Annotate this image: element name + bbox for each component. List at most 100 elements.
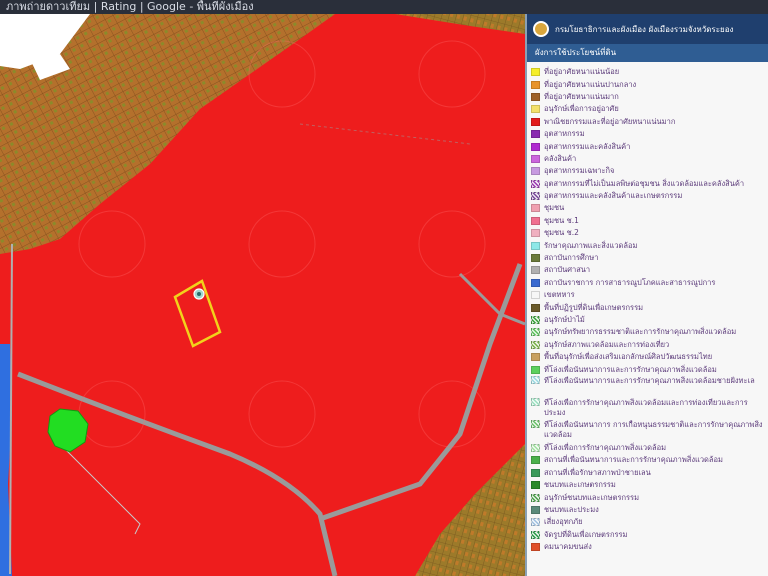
legend-item: สถานที่เพื่อนันทนาการและการรักษาคุณภาพสิ…: [531, 454, 768, 466]
legend-swatch: [531, 328, 540, 337]
legend-swatch: [531, 419, 540, 428]
legend-item-label: อนุรักษ์ป่าไม้: [544, 315, 585, 324]
legend-item: ที่อยู่อาศัยหนาแน่นปานกลาง: [531, 78, 768, 90]
map-canvas[interactable]: [0, 14, 525, 576]
legend-item-label: อนุรักษ์ชนบทและเกษตรกรรม: [544, 492, 640, 502]
legend-item: คมนาคมขนส่ง: [531, 541, 768, 553]
legend-swatch: [531, 518, 540, 527]
legend-item: เสี่ยงอุทกภัย: [531, 516, 768, 528]
legend-header: กรมโยธาธิการและผังเมือง ผังเมืองรวมจังหว…: [527, 14, 768, 44]
legend-item: อนุรักษ์ชนบทและเกษตรกรรม: [531, 491, 768, 503]
legend-item-label: รักษาคุณภาพและสิ่งแวดล้อม: [544, 240, 638, 250]
legend-item-label: ชนบทและประมง: [544, 504, 599, 514]
legend-swatch: [531, 179, 540, 188]
legend-item: สถาบันราชการ การสาธารณูปโภคและสาธารณูปกา…: [531, 277, 768, 289]
legend-swatch: [531, 365, 540, 374]
legend-item: ชนบทและประมง: [531, 504, 768, 516]
legend-item: อุตสาหกรรมและคลังสินค้าและเกษตรกรรม: [531, 190, 768, 202]
legend-item-label: ที่อยู่อาศัยหนาแน่นน้อย: [544, 67, 620, 77]
toolbar-text: ภาพถ่ายดาวเทียม | Rating | Google - พื้น…: [6, 0, 254, 13]
legend-item-label: จัดรูปที่ดินเพื่อเกษตรกรรม: [544, 529, 628, 539]
legend-swatch: [531, 481, 540, 490]
legend-panel: กรมโยธาธิการและผังเมือง ผังเมืองรวมจังหว…: [525, 14, 768, 576]
legend-swatch: [531, 291, 540, 300]
legend-item-label: ที่อยู่อาศัยหนาแน่นมาก: [544, 91, 619, 101]
legend-item: สถาบันศาสนา: [531, 264, 768, 276]
legend-item: พื้นที่อนุรักษ์เพื่อส่งเสริมเอกลักษณ์ศิล…: [531, 351, 768, 363]
legend-swatch: [531, 316, 540, 324]
legend-item: ชุมชน: [531, 202, 768, 214]
legend-swatch: [531, 92, 540, 101]
legend-item-label: พื้นที่อนุรักษ์เพื่อส่งเสริมเอกลักษณ์ศิล…: [544, 352, 713, 362]
legend-swatch: [531, 468, 540, 477]
legend-swatch: [531, 505, 540, 514]
legend-item: ที่โล่งเพื่อการรักษาคุณภาพสิ่งแวดล้อม: [531, 442, 768, 454]
legend-item: ที่อยู่อาศัยหนาแน่นน้อย: [531, 66, 768, 78]
legend-item: อนุรักษ์เพื่อการอยู่อาศัย: [531, 103, 768, 115]
legend-swatch: [531, 80, 540, 89]
legend-item-label: อุตสาหกรรม: [544, 129, 585, 139]
legend-item-label: สถาบันการศึกษา: [544, 253, 599, 263]
legend-item: อุตสาหกรรมและคลังสินค้า: [531, 140, 768, 152]
legend-item-label: พาณิชยกรรมและที่อยู่อาศัยหนาแน่นมาก: [544, 116, 676, 126]
top-toolbar: ภาพถ่ายดาวเทียม | Rating | Google - พื้น…: [0, 0, 768, 14]
legend-item: ชนบทและเกษตรกรรม: [531, 479, 768, 491]
legend-swatch: [531, 68, 540, 77]
legend-item-label: ชุมชน: [544, 203, 565, 213]
location-marker-icon[interactable]: [193, 288, 205, 300]
legend-item: อนุรักษ์ป่าไม้: [531, 314, 768, 326]
legend-item: ที่โล่งเพื่อนันทนาการและการรักษาคุณภาพสิ…: [531, 363, 768, 375]
legend-list: ที่อยู่อาศัยหนาแน่นน้อยที่อยู่อาศัยหนาแน…: [527, 62, 768, 553]
legend-swatch: [531, 241, 540, 250]
legend-swatch: [531, 353, 540, 362]
legend-item-label: ที่โล่งเพื่อนันทนาการ การเกื้อหนุนธรรมชา…: [544, 419, 763, 439]
legend-swatch: [531, 443, 540, 452]
legend-swatch: [531, 340, 540, 349]
legend-item: อุตสาหกรรมที่ไม่เป็นมลพิษต่อชุมชน สิ่งแว…: [531, 178, 768, 190]
legend-item-label: สถานที่เพื่อรักษาสภาพป่าชายเลน: [544, 467, 651, 477]
legend-item: สถานที่เพื่อรักษาสภาพป่าชายเลน: [531, 467, 768, 479]
legend-swatch: [531, 375, 540, 384]
legend-swatch: [531, 254, 540, 263]
legend-item: ที่โล่งเพื่อนันทนาการและการรักษาคุณภาพสิ…: [531, 375, 768, 398]
legend-item-label: ชนบทและเกษตรกรรม: [544, 480, 616, 490]
legend-item-label: ที่โล่งเพื่อการรักษาคุณภาพสิ่งแวดล้อมและ…: [544, 397, 748, 417]
legend-item: ที่อยู่อาศัยหนาแน่นมาก: [531, 91, 768, 103]
legend-item-label: ชุมชน ช.2: [544, 228, 579, 238]
legend-item-label: เสี่ยงอุทกภัย: [544, 517, 583, 527]
legend-item: จัดรูปที่ดินเพื่อเกษตรกรรม: [531, 529, 768, 541]
legend-item: อนุรักษ์สภาพแวดล้อมและการท่องเที่ยว: [531, 339, 768, 351]
legend-item: พาณิชยกรรมและที่อยู่อาศัยหนาแน่นมาก: [531, 116, 768, 128]
legend-item: สถาบันการศึกษา: [531, 252, 768, 264]
legend-swatch: [531, 493, 540, 502]
legend-swatch: [531, 192, 540, 201]
legend-swatch: [531, 303, 540, 312]
legend-item: รักษาคุณภาพและสิ่งแวดล้อม: [531, 239, 768, 251]
legend-item: ชุมชน ช.2: [531, 227, 768, 239]
legend-item-label: อนุรักษ์สภาพแวดล้อมและการท่องเที่ยว: [544, 339, 670, 349]
legend-swatch: [531, 530, 540, 539]
legend-item-label: สถาบันราชการ การสาธารณูปโภคและสาธารณูปกา…: [544, 277, 716, 287]
legend-item-label: อุตสาหกรรมและคลังสินค้าและเกษตรกรรม: [544, 191, 683, 201]
legend-item: ที่โล่งเพื่อการรักษาคุณภาพสิ่งแวดล้อมและ…: [531, 397, 768, 420]
map-view[interactable]: [0, 14, 525, 576]
legend-item: คลังสินค้า: [531, 153, 768, 165]
legend-item: อุตสาหกรรมเฉพาะกิจ: [531, 165, 768, 177]
legend-item-label: พื้นที่ปฏิรูปที่ดินเพื่อเกษตรกรรม: [544, 302, 644, 312]
legend-item-label: คลังสินค้า: [544, 153, 577, 163]
legend-item: อนุรักษ์ทรัพยากรธรรมชาติและการรักษาคุณภา…: [531, 326, 768, 338]
legend-item-label: คมนาคมขนส่ง: [544, 542, 592, 552]
legend-item-label: สถาบันศาสนา: [544, 265, 591, 275]
legend-swatch: [531, 167, 540, 176]
legend-swatch: [531, 130, 540, 139]
legend-item-label: ที่อยู่อาศัยหนาแน่นปานกลาง: [544, 79, 637, 89]
legend-item: พื้นที่ปฏิรูปที่ดินเพื่อเกษตรกรรม: [531, 301, 768, 313]
legend-swatch: [531, 216, 540, 225]
legend-swatch: [531, 278, 540, 287]
legend-item-label: อุตสาหกรรมที่ไม่เป็นมลพิษต่อชุมชน สิ่งแว…: [544, 178, 745, 188]
legend-item-label: ที่โล่งเพื่อนันทนาการและการรักษาคุณภาพสิ…: [544, 364, 717, 374]
legend-swatch: [531, 229, 540, 238]
legend-swatch: [531, 543, 540, 552]
legend-item-label: อนุรักษ์ทรัพยากรธรรมชาติและการรักษาคุณภา…: [544, 327, 737, 337]
legend-item-label: เขตทหาร: [544, 290, 575, 300]
